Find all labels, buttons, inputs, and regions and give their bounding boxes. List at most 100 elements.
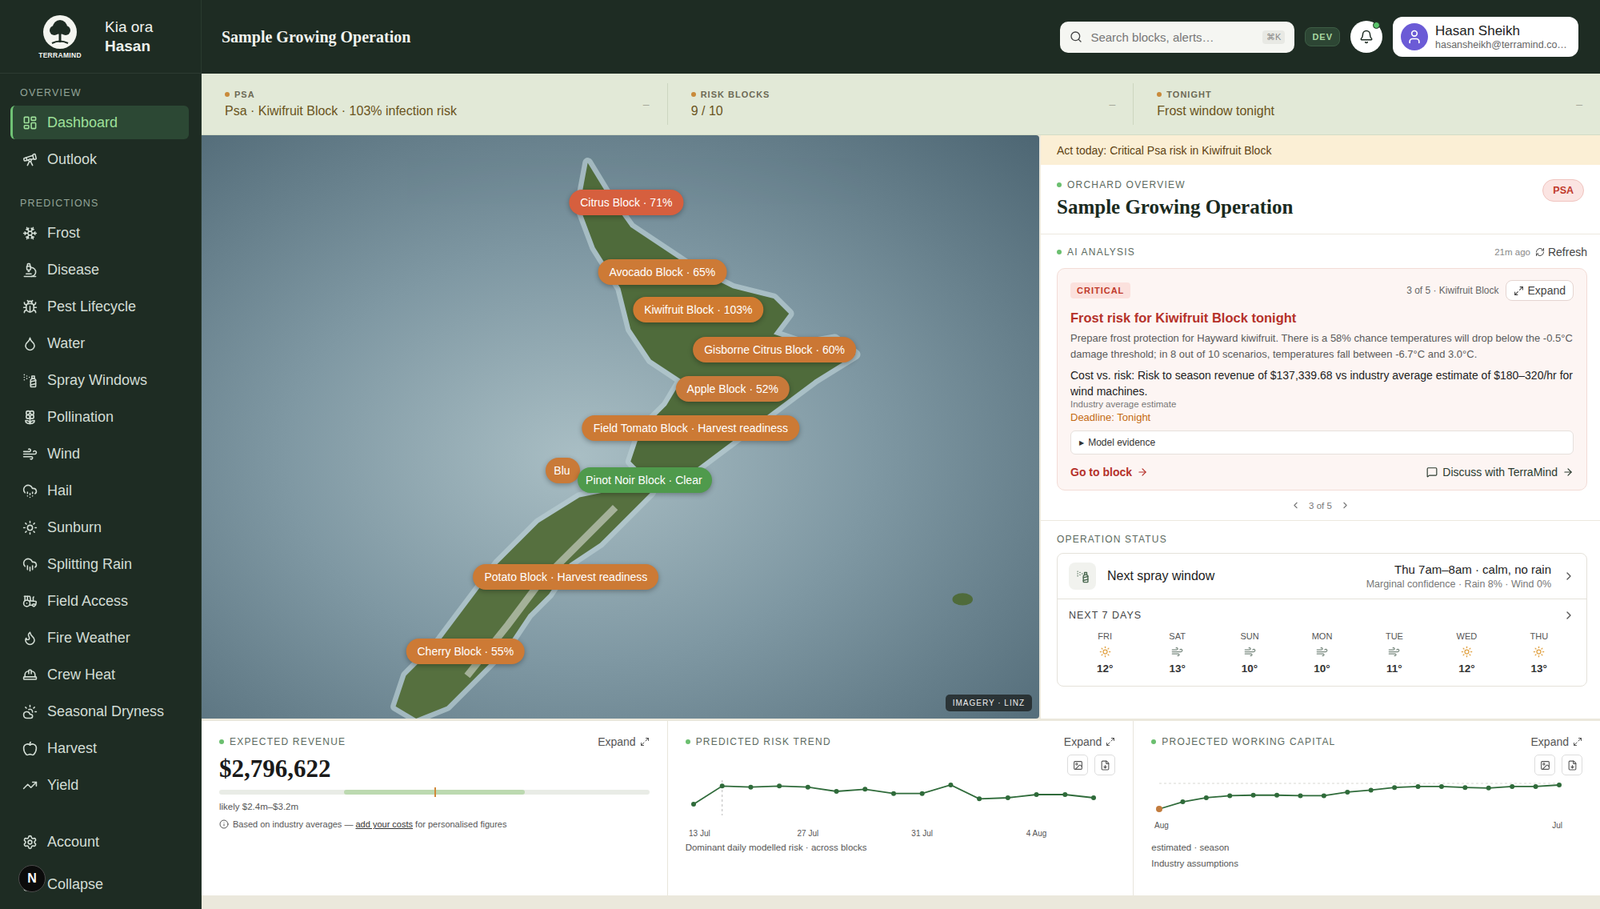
sidebar-item[interactable]: Splitting Rain [10,547,189,581]
chevron-right-icon [1562,569,1576,583]
go-to-block-link[interactable]: Go to block [1070,465,1148,479]
forecast-days: FRI12°SAT13°SUN10°MON10°TUE11°WED12°THU1… [1057,624,1587,686]
sidebar-item[interactable]: Disease [10,252,189,287]
chart-point [1228,792,1233,798]
sidebar-item[interactable]: Water [10,326,189,360]
chart-point [1556,782,1562,788]
notifications-button[interactable] [1350,20,1383,53]
section-label: ORCHARD OVERVIEW [1056,179,1293,191]
sidebar-item[interactable]: Field Access [10,584,189,618]
sidebar-item[interactable]: Pollination [10,400,189,434]
map-pin[interactable]: Kiwifruit Block · 103% [632,296,764,323]
shortcut-key: ⌘K [1262,30,1285,44]
alert-dot [224,92,230,97]
prev-icon[interactable] [1290,500,1301,511]
refresh-button[interactable]: Refresh [1535,245,1588,259]
search-field[interactable]: Search blocks, alerts…⌘K [1060,21,1295,53]
sidebar-item[interactable]: Pest Lifecycle [10,289,189,324]
user-menu[interactable]: Hasan Sheikhhasansheikh@terramind.co… [1392,16,1579,57]
map[interactable]: Citrus Block · 71% Avocado Block · 65% Kiw… [201,135,1040,719]
sidebar-item[interactable]: Seasonal Dryness [10,694,189,728]
map-pin[interactable]: Potato Block · Harvest readiness [473,564,660,590]
sidebar-item[interactable]: Account [10,824,189,859]
collapse-toggle[interactable]: – [1576,97,1583,111]
sun-icon [1532,645,1545,658]
alert-value: Frost window tonight [1156,104,1275,119]
user-email: hasansheikh@terramind.co… [1435,39,1568,51]
chat-icon [1426,466,1438,478]
sidebar-item[interactable]: Frost [10,216,189,250]
sidebar-item[interactable]: Fire Weather [10,620,189,655]
alert-cell[interactable]: PSAPsa · Kiwifruit Block · 103% infectio… [201,83,668,125]
revenue-value: $2,796,622 [219,754,650,784]
chart-point [833,788,839,794]
alert-value: Psa · Kiwifruit Block · 103% infection r… [224,104,457,119]
map-pin[interactable]: Field Tomato Block · Harvest readiness [582,415,800,441]
collapse-toggle[interactable]: – [1109,97,1116,111]
collapse-toggle[interactable]: – [643,97,650,111]
alert-cell[interactable]: RISK BLOCKS9 / 10– [668,83,1135,125]
export-image-button[interactable] [1067,754,1088,776]
search-icon [1069,30,1083,44]
expand-button[interactable]: Expand [1505,280,1574,301]
sidebar-item[interactable]: Outlook [10,142,189,176]
sidebar-item[interactable]: Spray Windows [10,363,189,397]
sidebar-item[interactable]: Harvest [10,731,189,765]
revenue-note: Based on industry averages — add your co… [219,819,650,829]
next-icon[interactable] [1340,500,1351,511]
dev-indicator[interactable]: N [18,864,46,892]
map-pin[interactable]: Gisborne Citrus Block · 60% [692,336,856,363]
sidebar-item[interactable]: Wind [10,436,189,471]
nav-icon [22,446,38,462]
map-pin[interactable]: Apple Block · 52% [676,376,790,402]
export-file-button[interactable] [1094,754,1116,776]
chart-point [1005,795,1011,800]
spray-time: Thu 7am–8am · calm, no rain [1394,562,1552,576]
pager: 3 of 5 [1040,490,1600,521]
discuss-link[interactable]: Discuss with TerraMind [1426,465,1574,479]
nav-icon [22,225,38,241]
sidebar-item[interactable]: Yield [10,768,189,802]
expand-button[interactable]: Expand [597,735,649,748]
map-pin[interactable]: Cherry Block · 55% [406,638,526,664]
export-file-button[interactable] [1561,754,1583,776]
logo[interactable]: TERRAMIND [36,14,84,60]
map-pin[interactable]: Pinot Noir Block · Clear [577,467,712,493]
forecast-day: MON10° [1285,631,1358,675]
spray-can-icon [1076,569,1090,584]
chart-point [1439,784,1444,789]
nav-icon [22,152,38,168]
sidebar-item[interactable]: Dashboard [10,105,189,140]
sidebar-item[interactable]: Sunburn [10,510,189,544]
sun-icon [1099,645,1112,658]
expand-button[interactable]: Expand [1531,735,1583,748]
cost-vs-risk: Cost vs. risk: Risk to season revenue of… [1070,367,1574,400]
chart-point [691,801,696,807]
header: Sample Growing OperationSearch blocks, a… [201,0,1600,74]
alert-cell[interactable]: TONIGHTFrost window tonight– [1133,83,1600,125]
section-label: PREDICTIONS [0,196,201,210]
map-pin[interactable]: Avocado Block · 65% [597,259,727,285]
chart-point [1392,784,1397,790]
alert-label: RISK BLOCKS [691,89,771,100]
arrow-right-icon [1136,466,1148,478]
export-image-button[interactable] [1534,754,1556,776]
map-pin[interactable]: Blu [545,457,580,484]
add-costs-link[interactable]: add your costs [355,819,413,829]
sidebar-item[interactable]: Crew Heat [10,657,189,692]
spray-window-row[interactable]: Next spray windowThu 7am–8am · calm, no … [1057,553,1587,599]
cost-note: Industry average estimate [1070,399,1574,409]
card-position: 3 of 5 · Kiwifruit Block [1406,284,1499,296]
model-evidence-toggle[interactable]: ▶Model evidence [1070,430,1574,455]
forecast-header[interactable]: NEXT 7 DAYS [1057,598,1587,625]
wind-icon [1171,645,1184,658]
wind-icon [1316,645,1328,658]
nav-icon [22,336,38,352]
chart-point [948,782,953,788]
sidebar-item[interactable]: Hail [10,473,189,508]
map-pin[interactable]: Citrus Block · 71% [568,189,684,216]
expand-button[interactable]: Expand [1064,735,1116,748]
expand-icon [1572,736,1583,747]
chart-point [805,784,811,790]
chart-caption: Dominant daily modelled risk · across bl… [685,842,1116,852]
